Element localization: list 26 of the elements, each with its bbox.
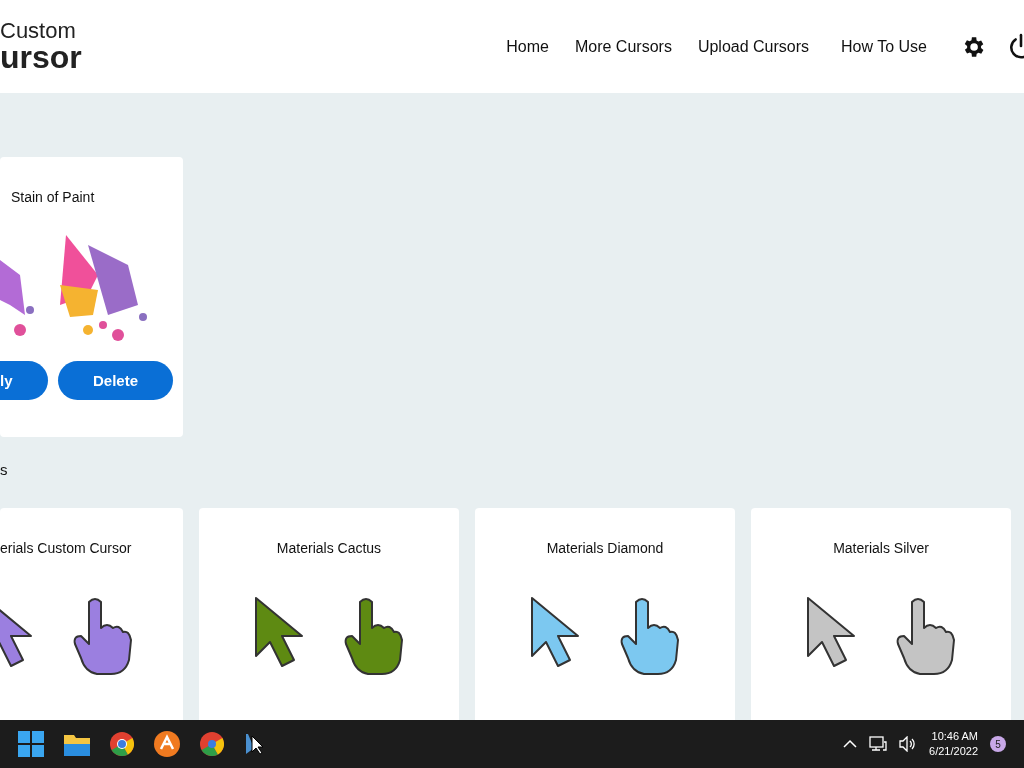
card-title: Stain of Paint — [11, 189, 96, 205]
delete-button[interactable]: Delete — [58, 361, 173, 400]
nav-link[interactable]: Home — [493, 37, 562, 56]
section-heading: s — [0, 461, 8, 478]
cursor-app-icon[interactable] — [244, 732, 266, 756]
card-title: Materials Silver — [833, 540, 929, 556]
card-title: erials Custom Cursor — [0, 540, 132, 556]
folder-icon[interactable] — [64, 732, 90, 756]
clock-date[interactable]: 6/21/2022 — [929, 744, 978, 759]
speaker-icon[interactable] — [899, 736, 918, 752]
card-title: Materials Diamond — [546, 540, 664, 556]
clock-time[interactable]: 10:46 AM — [931, 729, 978, 744]
browser-icon[interactable] — [110, 732, 134, 756]
logo-text: ursor — [0, 41, 82, 73]
browser-icon[interactable] — [200, 732, 224, 756]
nav-link[interactable]: Upload Cursors — [684, 37, 823, 56]
app-icon[interactable] — [154, 731, 180, 757]
card-title: Materials Cactus — [276, 540, 382, 556]
nav-link[interactable]: How To Use — [828, 37, 940, 56]
apply-button[interactable]: ly — [0, 361, 48, 400]
start-icon[interactable] — [18, 731, 44, 757]
network-icon[interactable] — [869, 736, 888, 752]
nav-link[interactable]: More Cursors — [561, 37, 685, 56]
logo-text: Custom — [0, 20, 77, 42]
notification-badge[interactable]: 5 — [990, 736, 1006, 752]
chevron-up-icon[interactable] — [843, 739, 858, 749]
